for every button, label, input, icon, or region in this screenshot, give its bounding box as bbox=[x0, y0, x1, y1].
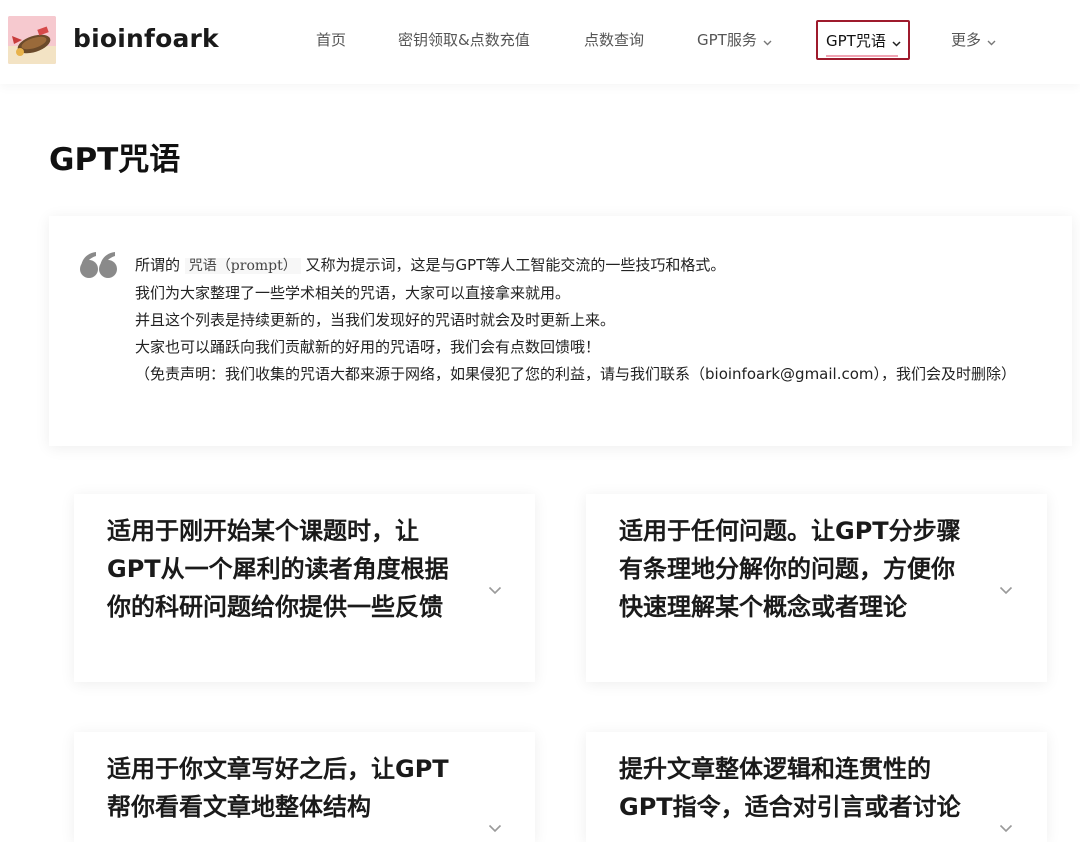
nav-active-underline bbox=[826, 55, 898, 57]
prompt-card[interactable]: 适用于刚开始某个课题时，让GPT从一个犀利的读者角度根据你的科研问题给你提供一些… bbox=[74, 494, 535, 682]
nav-more[interactable]: 更多 bbox=[951, 30, 996, 51]
site-logo[interactable] bbox=[8, 16, 56, 64]
page-title: GPT咒语 bbox=[49, 142, 181, 178]
prompt-card[interactable]: 适用于你文章写好之后，让GPT帮你看看文章地整体结构 bbox=[74, 732, 535, 842]
nav-home[interactable]: 首页 bbox=[316, 30, 346, 50]
site-header: bioinfoark 首页 密钥领取&点数充值 点数查询 GPT服务 GPT咒语… bbox=[0, 0, 1080, 84]
prompt-card-title: 适用于任何问题。让GPT分步骤有条理地分解你的问题，方便你快速理解某个概念或者理… bbox=[619, 517, 961, 621]
chevron-down-icon bbox=[763, 31, 772, 51]
prompt-term: 咒语（prompt） bbox=[184, 258, 301, 274]
prompt-card-title: 适用于你文章写好之后，让GPT帮你看看文章地整体结构 bbox=[107, 755, 449, 821]
intro-line-3: 并且这个列表是持续更新的，当我们发现好的咒语时就会及时更新上来。 bbox=[135, 311, 616, 329]
nav-points-query[interactable]: 点数查询 bbox=[584, 30, 644, 50]
quote-mark-icon bbox=[79, 250, 119, 284]
intro-disclaimer: （免责声明：我们收集的咒语大都来源于网络，如果侵犯了您的利益，请与我们联系（bi… bbox=[135, 365, 1017, 383]
intro-line-4: 大家也可以踊跃向我们贡献新的好用的咒语呀，我们会有点数回馈哦！ bbox=[135, 338, 601, 356]
chevron-down-icon bbox=[987, 31, 996, 51]
nav-keys-recharge-label: 密钥领取&点数充值 bbox=[398, 31, 530, 49]
chevron-down-icon[interactable] bbox=[999, 580, 1013, 599]
nav-gpt-prompts[interactable]: GPT咒语 bbox=[816, 20, 910, 60]
logo-image bbox=[8, 16, 56, 64]
nav-gpt-services-label: GPT服务 bbox=[697, 31, 757, 49]
chevron-down-icon[interactable] bbox=[488, 580, 502, 599]
intro-line-1: 所谓的 咒语（prompt） 又称为提示词，这是与GPT等人工智能交流的一些技巧… bbox=[135, 252, 1035, 280]
chevron-down-icon bbox=[892, 32, 901, 52]
nav-gpt-prompts-label: GPT咒语 bbox=[826, 32, 886, 50]
intro-quote-box: 所谓的 咒语（prompt） 又称为提示词，这是与GPT等人工智能交流的一些技巧… bbox=[49, 216, 1072, 446]
prompt-card-title: 提升文章整体逻辑和连贯性的GPT指令，适合对引言或者讨论 bbox=[619, 755, 961, 821]
prompt-card[interactable]: 适用于任何问题。让GPT分步骤有条理地分解你的问题，方便你快速理解某个概念或者理… bbox=[586, 494, 1047, 682]
prompt-card[interactable]: 提升文章整体逻辑和连贯性的GPT指令，适合对引言或者讨论 bbox=[586, 732, 1047, 842]
nav-gpt-services[interactable]: GPT服务 bbox=[697, 30, 772, 51]
intro-line-1-suffix: 又称为提示词，这是与GPT等人工智能交流的一些技巧和格式。 bbox=[305, 256, 726, 274]
brand-name[interactable]: bioinfoark bbox=[73, 24, 219, 53]
nav-more-label: 更多 bbox=[951, 31, 982, 49]
prompt-card-title: 适用于刚开始某个课题时，让GPT从一个犀利的读者角度根据你的科研问题给你提供一些… bbox=[107, 517, 449, 621]
intro-line-2: 我们为大家整理了一些学术相关的咒语，大家可以直接拿来就用。 bbox=[135, 284, 571, 302]
nav-points-query-label: 点数查询 bbox=[584, 31, 645, 49]
intro-line-1-prefix: 所谓的 bbox=[135, 256, 181, 274]
intro-text: 所谓的 咒语（prompt） 又称为提示词，这是与GPT等人工智能交流的一些技巧… bbox=[135, 252, 1035, 388]
nav-keys-recharge[interactable]: 密钥领取&点数充值 bbox=[398, 30, 530, 50]
nav-home-label: 首页 bbox=[316, 31, 347, 49]
